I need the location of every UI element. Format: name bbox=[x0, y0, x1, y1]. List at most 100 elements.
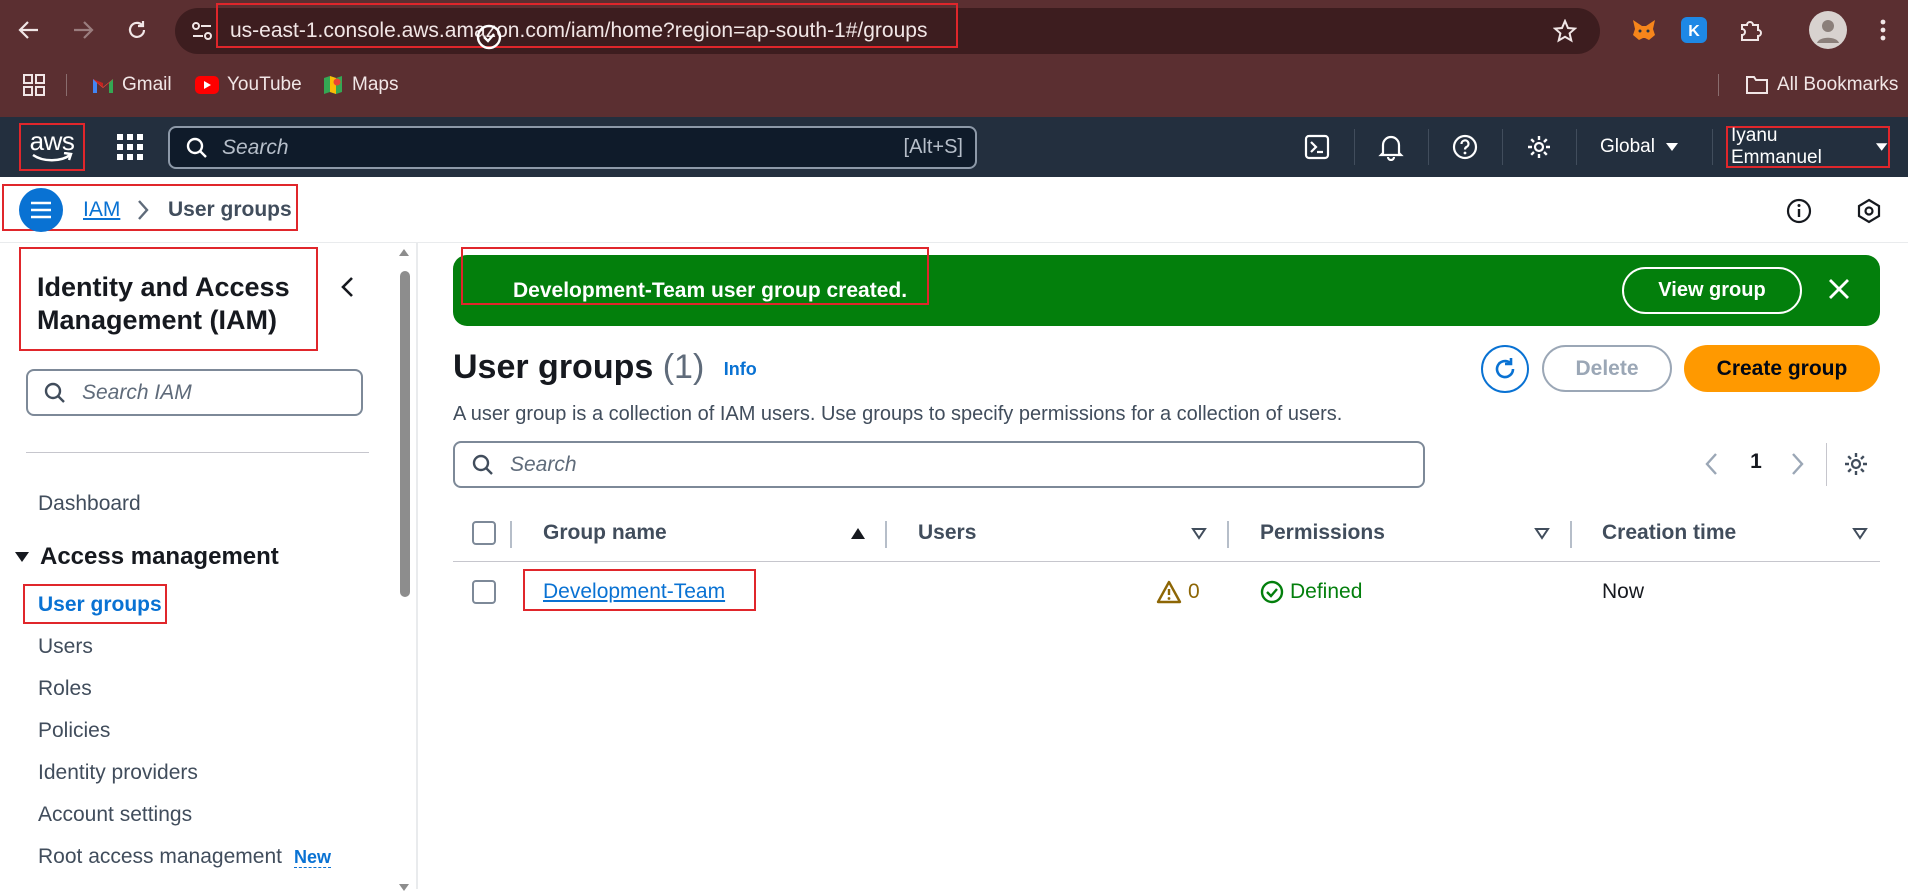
pagination-prev-icon[interactable] bbox=[1704, 452, 1720, 476]
side-navigation: Identity and Access Management (IAM) Sea… bbox=[0, 243, 418, 891]
info-link[interactable]: Info bbox=[724, 359, 757, 379]
column-divider bbox=[1227, 521, 1229, 548]
profile-avatar[interactable] bbox=[1809, 11, 1847, 49]
caret-down-icon bbox=[1665, 143, 1678, 151]
sort-toggle-icon[interactable] bbox=[1534, 527, 1550, 540]
bell-icon[interactable] bbox=[1374, 130, 1408, 164]
group-name-link[interactable]: Development-Team bbox=[543, 580, 725, 603]
aws-smile-icon bbox=[32, 152, 73, 162]
site-info-icon[interactable] bbox=[191, 21, 213, 41]
search-icon bbox=[472, 454, 493, 475]
column-header-permissions[interactable]: Permissions bbox=[1260, 513, 1385, 553]
account-menu[interactable]: Iyanu Emmanuel bbox=[1726, 125, 1890, 168]
select-all-checkbox[interactable] bbox=[472, 521, 496, 545]
all-bookmarks-label: All Bookmarks bbox=[1777, 74, 1899, 95]
column-divider bbox=[885, 521, 887, 548]
sidebar-item-dashboard[interactable]: Dashboard bbox=[38, 492, 141, 516]
sidebar-divider bbox=[26, 452, 369, 453]
k-extension-icon[interactable]: K bbox=[1677, 13, 1711, 47]
sidebar-section-access-management[interactable]: Access management bbox=[14, 543, 279, 571]
pagination-next-icon[interactable] bbox=[1789, 452, 1805, 476]
arrow-left-icon bbox=[18, 21, 38, 39]
sidebar-item-user-groups[interactable]: User groups bbox=[38, 593, 162, 617]
sidebar-item-root-access-management[interactable]: Root access management New bbox=[38, 845, 331, 869]
scroll-down-icon[interactable] bbox=[398, 883, 410, 893]
help-icon[interactable] bbox=[1448, 130, 1482, 164]
users-count-cell: 0 bbox=[1156, 574, 1200, 610]
table-search-input[interactable]: Search bbox=[453, 441, 1425, 488]
table-settings-gear-icon[interactable] bbox=[1843, 451, 1869, 477]
sidebar-item-account-settings[interactable]: Account settings bbox=[38, 803, 192, 827]
view-group-button[interactable]: View group bbox=[1622, 267, 1802, 314]
apps-grid-icon[interactable] bbox=[22, 66, 46, 104]
cloudshell-icon[interactable] bbox=[1300, 130, 1334, 164]
pagination-current-page[interactable]: 1 bbox=[1746, 450, 1766, 474]
refresh-icon bbox=[1495, 358, 1515, 379]
sort-toggle-icon[interactable] bbox=[1852, 527, 1868, 540]
metamask-extension-icon[interactable] bbox=[1627, 13, 1661, 47]
column-divider bbox=[1570, 521, 1572, 548]
account-label: Iyanu Emmanuel bbox=[1731, 125, 1822, 168]
column-header-group-name[interactable]: Group name bbox=[543, 513, 667, 553]
region-selector[interactable]: Global bbox=[1600, 117, 1679, 177]
column-header-creation-time[interactable]: Creation time bbox=[1602, 513, 1736, 553]
info-panel-icon[interactable] bbox=[1786, 198, 1812, 224]
extensions-puzzle-icon[interactable] bbox=[1733, 13, 1767, 47]
bookmarks-bar: Gmail YouTube Maps All Bookmarks bbox=[0, 66, 1908, 108]
sidebar-section-label: Access management bbox=[40, 543, 279, 570]
side-nav-toggle[interactable] bbox=[19, 188, 63, 232]
bookmark-gmail[interactable]: Gmail bbox=[92, 66, 172, 104]
search-iam-input[interactable]: Search IAM bbox=[26, 369, 363, 416]
row-select-checkbox[interactable] bbox=[472, 580, 496, 604]
breadcrumb-iam-link[interactable]: IAM bbox=[83, 177, 120, 243]
refresh-button[interactable] bbox=[1481, 345, 1529, 393]
create-group-button[interactable]: Create group bbox=[1684, 345, 1880, 392]
all-bookmarks[interactable]: All Bookmarks bbox=[1745, 66, 1898, 104]
success-check-icon bbox=[1260, 580, 1284, 604]
page-title-text: User groups bbox=[453, 348, 654, 386]
sidebar-scrollbar-thumb[interactable] bbox=[400, 271, 410, 597]
browser-menu-icon[interactable] bbox=[1866, 13, 1900, 47]
reload-button[interactable] bbox=[117, 10, 157, 50]
search-icon bbox=[44, 382, 65, 403]
forward-button[interactable] bbox=[63, 10, 103, 50]
star-icon[interactable] bbox=[1553, 19, 1577, 43]
delete-button[interactable]: Delete bbox=[1542, 345, 1672, 392]
bookmark-maps[interactable]: Maps bbox=[322, 66, 398, 104]
settings-gear-icon[interactable] bbox=[1522, 130, 1556, 164]
close-icon[interactable] bbox=[1828, 278, 1850, 300]
bookmark-label: Gmail bbox=[122, 74, 172, 95]
caret-down-icon bbox=[1875, 143, 1888, 151]
console-search-input[interactable]: Search [Alt+S] bbox=[168, 126, 977, 169]
browser-chrome: us-east-1.console.aws.amazon.com/iam/hom… bbox=[0, 0, 1908, 117]
sidebar-item-policies[interactable]: Policies bbox=[38, 719, 110, 743]
sort-toggle-icon[interactable] bbox=[1191, 527, 1207, 540]
aws-logo[interactable]: aws bbox=[19, 123, 85, 171]
region-label: Global bbox=[1600, 136, 1655, 157]
new-badge: New bbox=[293, 847, 331, 868]
sort-ascending-icon[interactable] bbox=[850, 527, 866, 540]
sidebar-title[interactable]: Identity and Access Management (IAM) bbox=[37, 271, 307, 337]
sidebar-item-identity-providers[interactable]: Identity providers bbox=[38, 761, 198, 785]
flash-highlight-annotation bbox=[461, 247, 929, 305]
scroll-up-icon[interactable] bbox=[398, 247, 410, 257]
table-search-placeholder: Search bbox=[510, 453, 577, 476]
sidebar-item-label: Root access management bbox=[38, 845, 282, 868]
page-title: User groups (1) Info bbox=[453, 348, 757, 387]
column-header-users[interactable]: Users bbox=[918, 513, 976, 553]
console-search-placeholder: Search bbox=[222, 136, 289, 159]
permissions-status: Defined bbox=[1290, 580, 1363, 603]
breadcrumb-current: User groups bbox=[168, 198, 292, 221]
sidebar-item-users[interactable]: Users bbox=[38, 635, 93, 659]
security-hub-icon[interactable] bbox=[1856, 198, 1882, 224]
bookmark-youtube[interactable]: YouTube bbox=[195, 66, 302, 104]
services-grid-icon[interactable] bbox=[114, 131, 146, 163]
search-shortcut-hint: [Alt+S] bbox=[903, 136, 963, 158]
back-button[interactable] bbox=[9, 10, 49, 50]
collapse-chevron-left-icon[interactable] bbox=[338, 275, 358, 299]
folder-icon bbox=[1746, 76, 1768, 94]
sidebar-item-roles[interactable]: Roles bbox=[38, 677, 92, 701]
breadcrumb: IAM User groups bbox=[0, 177, 1908, 243]
svg-text:K: K bbox=[1688, 23, 1700, 40]
pagination-divider bbox=[1826, 443, 1827, 486]
